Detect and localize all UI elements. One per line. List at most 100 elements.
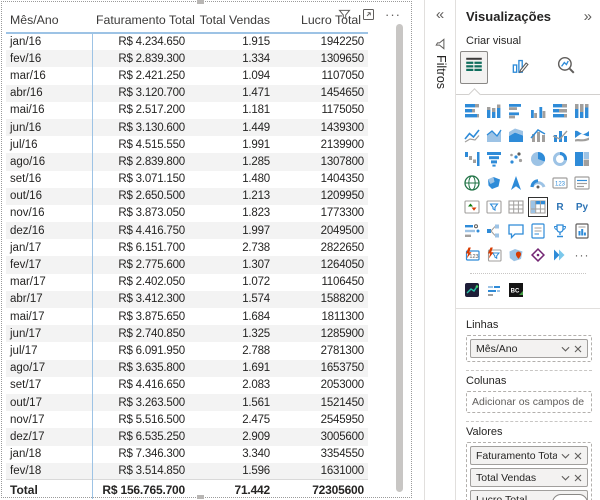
table-cell[interactable]: R$ 3.412.300 [92, 291, 189, 308]
table-cell[interactable]: 1454650 [274, 85, 368, 102]
remove-field-icon[interactable] [574, 474, 582, 482]
card-icon[interactable]: 123 [550, 173, 570, 193]
table-cell[interactable]: 1773300 [274, 205, 368, 222]
rows-well[interactable]: Mês/Ano [466, 335, 592, 362]
table-cell[interactable]: 1404350 [274, 171, 368, 188]
table-cell[interactable]: R$ 2.775.600 [92, 256, 189, 273]
waterfall-chart-icon[interactable] [462, 149, 482, 169]
azure-map-icon[interactable] [506, 173, 526, 193]
table-row[interactable]: jul/16 R$ 4.515.550 1.991 2139900 [6, 136, 368, 154]
tab-format-visual[interactable] [506, 51, 534, 84]
table-row[interactable]: set/16 R$ 3.071.150 1.480 1404350 [6, 170, 368, 188]
python-icon[interactable]: Py [572, 197, 592, 217]
table-cell[interactable]: 1307800 [274, 153, 368, 170]
table-cell[interactable]: 1.596 [189, 463, 274, 480]
paginated-report-icon[interactable] [572, 221, 592, 241]
column-header-mes-ano[interactable]: Mês/Ano [6, 7, 92, 34]
columns-well[interactable]: Adicionar os campos de da... [466, 391, 592, 413]
table-cell[interactable]: R$ 4.234.650 [92, 33, 189, 50]
column-header-faturamento-total[interactable]: Faturamento Total [92, 7, 195, 34]
remove-field-icon[interactable] [574, 452, 582, 460]
table-cell[interactable]: R$ 3.130.600 [92, 119, 189, 136]
table-cell[interactable]: R$ 2.402.050 [92, 274, 189, 291]
table-row[interactable]: dez/16 R$ 4.416.750 1.997 2049500 [6, 222, 368, 240]
table-row[interactable]: abr/17 R$ 3.412.300 1.574 1588200 [6, 290, 368, 308]
table-cell[interactable]: jan/18 [6, 445, 93, 463]
table-cell[interactable]: 1.181 [189, 102, 274, 119]
table-cell[interactable]: 2.788 [189, 342, 274, 359]
table-cell[interactable]: 2049500 [274, 222, 368, 239]
table-row[interactable]: abr/16 R$ 3.120.700 1.471 1454650 [6, 84, 368, 102]
table-cell[interactable]: 3354550 [274, 446, 368, 463]
table-cell[interactable]: 2.738 [189, 239, 274, 256]
table-row[interactable]: jun/16 R$ 3.130.600 1.449 1439300 [6, 118, 368, 137]
arcgis-map-icon[interactable] [506, 245, 526, 265]
table-cell[interactable]: out/17 [6, 393, 93, 412]
table-cell[interactable]: mar/17 [6, 273, 93, 291]
table-icon[interactable] [506, 197, 526, 217]
table-cell[interactable]: 2.083 [189, 377, 274, 394]
table-cell[interactable]: 2.475 [189, 411, 274, 428]
table-cell[interactable]: ago/16 [6, 153, 93, 171]
table-cell[interactable]: 1.471 [189, 85, 274, 102]
table-cell[interactable]: R$ 3.071.150 [92, 171, 189, 188]
table-cell[interactable]: 1.213 [189, 188, 274, 205]
table-cell[interactable]: R$ 5.516.500 [92, 411, 189, 428]
table-cell[interactable]: 1.094 [189, 67, 274, 84]
key-influencers-icon[interactable] [462, 221, 482, 241]
table-row[interactable]: dez/17 R$ 6.535.250 2.909 3005600 [6, 428, 368, 446]
table-cell[interactable]: 1588200 [274, 291, 368, 308]
table-cell[interactable]: R$ 4.416.650 [92, 377, 189, 394]
table-cell[interactable]: 1942250 [274, 33, 368, 50]
table-cell[interactable]: R$ 6.091.950 [92, 342, 189, 359]
table-cell[interactable]: 2139900 [274, 136, 368, 153]
table-cell[interactable]: 1439300 [274, 119, 368, 136]
map-icon[interactable] [462, 173, 482, 193]
table-cell[interactable]: 2.909 [189, 428, 274, 445]
table-scrollbar[interactable] [396, 24, 403, 492]
scatter-chart-icon[interactable] [506, 149, 526, 169]
table-cell[interactable]: 1106450 [274, 274, 368, 291]
filter-icon[interactable] [337, 7, 352, 22]
table-cell[interactable]: 1.480 [189, 171, 274, 188]
more-options-icon[interactable]: ··· [385, 7, 401, 22]
stacked-column-100-chart-icon[interactable] [572, 101, 592, 121]
smart-narrative-icon[interactable] [528, 221, 548, 241]
table-cell[interactable]: 1175050 [274, 102, 368, 119]
table-cell[interactable]: nov/16 [6, 204, 93, 223]
line-stacked-column-chart-icon[interactable] [528, 125, 548, 145]
kpi-icon[interactable] [462, 197, 482, 217]
table-row[interactable]: jan/16 R$ 4.234.650 1.915 1942250 [6, 33, 368, 51]
resize-handle-top[interactable] [197, 0, 204, 4]
table-cell[interactable]: R$ 2.740.850 [92, 325, 189, 342]
table-cell[interactable]: 1.915 [189, 33, 274, 50]
table-cell[interactable]: 1.997 [189, 222, 274, 239]
slicer-icon[interactable] [484, 197, 504, 217]
table-cell[interactable]: 2545950 [274, 411, 368, 428]
table-cell[interactable]: 3005600 [274, 428, 368, 445]
table-row[interactable]: set/17 R$ 4.416.650 2.083 2053000 [6, 376, 368, 394]
custom-visual-2-icon[interactable] [484, 280, 504, 300]
line-chart-icon[interactable] [462, 125, 482, 145]
column-header-total-vendas[interactable]: Total Vendas [189, 7, 274, 34]
chevron-down-icon[interactable] [561, 345, 570, 353]
table-cell[interactable]: 1.325 [189, 325, 274, 342]
table-cell[interactable]: jun/16 [6, 118, 93, 137]
table-cell[interactable]: R$ 2.839.800 [92, 153, 189, 170]
treemap-icon[interactable] [572, 149, 592, 169]
qa-icon[interactable] [506, 221, 526, 241]
table-cell[interactable]: R$ 7.346.300 [92, 446, 189, 463]
table-cell[interactable]: mar/16 [6, 67, 93, 85]
table-cell[interactable]: R$ 3.263.500 [92, 394, 189, 411]
tab-build-visual[interactable] [460, 51, 488, 84]
table-cell[interactable]: 1.307 [189, 256, 274, 273]
table-cell[interactable]: ago/17 [6, 359, 93, 377]
remove-field-icon[interactable] [574, 345, 582, 353]
table-cell[interactable]: R$ 2.839.300 [92, 50, 189, 67]
table-row[interactable]: jul/17 R$ 6.091.950 2.788 2781300 [6, 342, 368, 360]
field-pill-faturamento-total[interactable]: Faturamento Total [470, 446, 588, 465]
table-cell[interactable]: 1209950 [274, 188, 368, 205]
table-cell[interactable]: R$ 6.535.250 [92, 428, 189, 445]
more-options-icon[interactable]: ··· [572, 245, 592, 265]
metrics-icon[interactable] [550, 221, 570, 241]
